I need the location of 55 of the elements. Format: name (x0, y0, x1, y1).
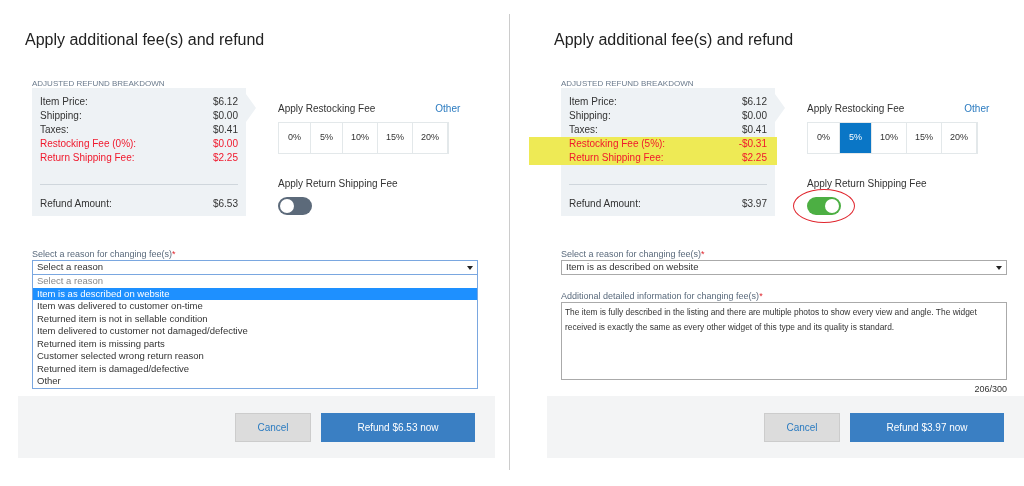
refund-label: Refund Amount: (40, 197, 112, 211)
refund-button[interactable]: Refund $6.53 now (321, 412, 475, 442)
row-label: Taxes: (40, 123, 69, 137)
toggle-switch[interactable] (278, 197, 312, 215)
row-label: Shipping: (40, 109, 82, 123)
reason-dropdown[interactable]: Item is as described on website (561, 260, 1007, 275)
restocking-label: Apply Restocking Fee (807, 102, 905, 116)
character-counter: 206/300 (973, 383, 1007, 396)
dropdown-option[interactable]: Customer selected wrong return reason (33, 350, 477, 363)
row-label: Shipping: (569, 109, 611, 123)
row-label: Return Shipping Fee: (569, 151, 664, 165)
other-link[interactable]: Other (964, 102, 990, 116)
row-label: Return Shipping Fee: (40, 151, 135, 165)
row-value: $0.41 (741, 123, 767, 137)
dropdown-option[interactable]: Other (33, 375, 477, 388)
reason-dropdown[interactable]: Select a reason (32, 260, 478, 275)
refund-value: $3.97 (741, 197, 767, 211)
details-textarea[interactable]: The item is fully described in the listing and there are multiple photos to show every view and angle. The widget received is exactly the same as every other widget of this type and its quality is standard. (561, 302, 1007, 380)
shipping-fee-label: Apply Return Shipping Fee (807, 177, 928, 191)
dropdown-option[interactable]: Returned item is missing parts (33, 337, 477, 350)
row-value: $6.12 (212, 95, 238, 109)
field-label: Additional detailed information for changing fee(s)* (561, 291, 764, 302)
row-label: Item Price: (569, 95, 617, 109)
row-value: $0.00 (212, 137, 238, 151)
dialog-title: Apply additional fee(s) and refund (24, 30, 266, 50)
restocking-label: Apply Restocking Fee (278, 102, 376, 116)
dropdown-option[interactable]: Item delivered to customer not damaged/defective (33, 325, 477, 338)
dialog-title: Apply additional fee(s) and refund (553, 30, 795, 50)
field-label: Select a reason for changing fee(s)* (32, 249, 177, 260)
row-value: -$0.31 (738, 137, 767, 151)
row-value: $6.12 (741, 95, 767, 109)
caret-icon (996, 265, 1002, 270)
row-label: Item Price: (40, 95, 88, 109)
row-value: $0.41 (212, 123, 238, 137)
dropdown-option[interactable]: Returned item is not in sellable condition (33, 312, 477, 325)
caret-icon (467, 265, 473, 270)
row-value: $0.00 (212, 109, 238, 123)
percent-option[interactable]: 5% (840, 123, 872, 153)
toggle-switch[interactable] (807, 197, 841, 215)
shipping-fee-label: Apply Return Shipping Fee (278, 177, 399, 191)
row-label: Restocking Fee (5%): (569, 137, 666, 151)
section-heading: ADJUSTED REFUND BREAKDOWN (31, 78, 166, 88)
row-value: $2.25 (212, 151, 238, 165)
section-heading: ADJUSTED REFUND BREAKDOWN (560, 78, 695, 88)
field-label: Select a reason for changing fee(s)* (561, 249, 706, 260)
dropdown-option[interactable]: Item was delivered to customer on-time (33, 300, 477, 313)
dropdown-option[interactable]: Returned item is damaged/defective (33, 362, 477, 375)
row-label: Restocking Fee (0%): (40, 137, 137, 151)
refund-button[interactable]: Refund $3.97 now (850, 412, 1004, 442)
refund-value: $6.53 (212, 197, 238, 211)
row-value: $0.00 (741, 109, 767, 123)
row-value: $2.25 (741, 151, 767, 165)
refund-label: Refund Amount: (569, 197, 641, 211)
row-label: Taxes: (569, 123, 598, 137)
other-link[interactable]: Other (435, 102, 461, 116)
